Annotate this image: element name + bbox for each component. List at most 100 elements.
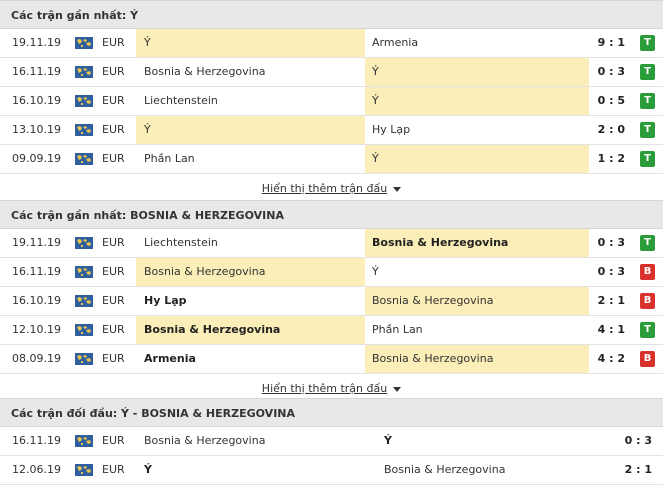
home-team[interactable]: Ý <box>136 116 365 144</box>
match-row[interactable]: 16.11.19 EUR Bosnia & Herzegovina Ý 0 : 3 <box>0 427 663 456</box>
section-title: Các trận gần nhất: Ý <box>0 0 663 29</box>
result-badge: B <box>640 351 655 367</box>
world-map-icon <box>75 464 93 476</box>
world-map-icon <box>75 124 93 136</box>
show-more-label[interactable]: Hiển thị thêm trận đấu <box>262 182 387 195</box>
match-score: 0 : 3 <box>624 434 652 447</box>
away-team[interactable]: Bosnia & Herzegovina <box>365 287 589 315</box>
world-map-icon <box>75 435 93 447</box>
chevron-down-icon[interactable] <box>393 186 402 192</box>
result-badge: T <box>640 64 655 80</box>
home-team[interactable]: Ý <box>136 456 376 484</box>
match-list: 19.11.19 EUR Ý Armenia 9 : 1 T 16.11.19 EUR Bosn… <box>0 29 663 174</box>
match-score: 0 : 5 <box>597 94 625 107</box>
result-badge: B <box>640 264 655 280</box>
away-team[interactable]: Ý <box>365 87 589 115</box>
match-row[interactable]: 12.06.19 EUR Ý Bosnia & Herzegovina 2 : 1 <box>0 456 663 485</box>
result-badge: T <box>640 322 655 338</box>
away-team[interactable]: Bosnia & Herzegovina <box>365 345 589 373</box>
world-map-icon <box>75 237 93 249</box>
world-map-icon <box>75 324 93 336</box>
match-row[interactable]: 12.10.19 EUR Bosnia & Herzegovina Phần Lan 4… <box>0 316 663 345</box>
match-date: 16.11.19 <box>12 265 61 278</box>
match-score: 1 : 2 <box>597 152 625 165</box>
world-map-icon <box>75 66 93 78</box>
match-date: 16.10.19 <box>12 294 61 307</box>
world-map-icon <box>75 153 93 165</box>
loss-badge: B <box>640 293 655 309</box>
win-badge: T <box>640 122 655 138</box>
match-row[interactable]: 16.11.19 EUR Bosnia & Herzegovina Ý 0 : 3T <box>0 58 663 87</box>
away-team[interactable]: Phần Lan <box>365 316 589 344</box>
match-list: 16.11.19 EUR Bosnia & Herzegovina Ý 0 : 3 12.… <box>0 427 663 485</box>
home-team[interactable]: Bosnia & Herzegovina <box>136 58 365 86</box>
home-team[interactable]: Bosnia & Herzegovina <box>136 316 365 344</box>
win-badge: T <box>640 35 655 51</box>
world-map-icon <box>75 295 93 307</box>
match-score: 4 : 2 <box>597 352 625 365</box>
match-date: 19.11.19 <box>12 236 61 249</box>
away-team[interactable]: Armenia <box>365 29 589 57</box>
win-badge: T <box>640 235 655 251</box>
win-badge: T <box>640 93 655 109</box>
match-score: 0 : 3 <box>597 65 625 78</box>
match-date: 16.11.19 <box>12 434 61 447</box>
away-team[interactable]: Ý <box>365 145 589 173</box>
match-date: 12.06.19 <box>12 463 61 476</box>
away-team[interactable]: Bosnia & Herzegovina <box>376 456 602 484</box>
home-team[interactable]: Ý <box>136 29 365 57</box>
world-map-icon <box>75 95 93 107</box>
home-team[interactable]: Liechtenstein <box>136 87 365 115</box>
home-team[interactable]: Hy Lạp <box>136 287 365 315</box>
match-date: 19.11.19 <box>12 36 61 49</box>
match-row[interactable]: 13.10.19 EUR Ý Hy Lạp 2 : 0T <box>0 116 663 145</box>
win-badge: T <box>640 64 655 80</box>
show-more-label[interactable]: Hiển thị thêm trận đấu <box>262 382 387 395</box>
section-title: Các trận gần nhất: BOSNIA & HERZEGOVINA <box>0 200 663 229</box>
match-date: 16.11.19 <box>12 65 61 78</box>
result-badge: B <box>640 293 655 309</box>
match-date: 09.09.19 <box>12 152 61 165</box>
section-head-to-head: Các trận đối đầu: Ý - BOSNIA & HERZEGOVI… <box>0 398 663 485</box>
home-team[interactable]: Bosnia & Herzegovina <box>136 258 365 286</box>
result-badge: T <box>640 93 655 109</box>
match-score: 2 : 0 <box>597 123 625 136</box>
away-team[interactable]: Ý <box>365 258 589 286</box>
match-date: 16.10.19 <box>12 94 61 107</box>
match-date: 12.10.19 <box>12 323 61 336</box>
away-team[interactable]: Hy Lạp <box>365 116 589 144</box>
home-team[interactable]: Phần Lan <box>136 145 365 173</box>
match-row[interactable]: 09.09.19 EUR Phần Lan Ý 1 : 2T <box>0 145 663 174</box>
match-row[interactable]: 08.09.19 EUR Armenia Bosnia & Herzegovina 4 … <box>0 345 663 374</box>
result-badge: T <box>640 235 655 251</box>
home-team[interactable]: Bosnia & Herzegovina <box>136 427 376 455</box>
chevron-down-icon[interactable] <box>393 386 402 392</box>
home-team[interactable]: Liechtenstein <box>136 229 365 257</box>
match-date: 13.10.19 <box>12 123 61 136</box>
match-score: 0 : 3 <box>597 236 625 249</box>
away-team[interactable]: Ý <box>376 427 602 455</box>
show-more-link[interactable]: Hiển thị thêm trận đấu <box>0 174 663 203</box>
match-row[interactable]: 16.10.19 EUR Liechtenstein Ý 0 : 5T <box>0 87 663 116</box>
home-team[interactable]: Armenia <box>136 345 365 373</box>
match-row[interactable]: 16.10.19 EUR Hy Lạp Bosnia & Herzegovina 2 :… <box>0 287 663 316</box>
result-badge: T <box>640 122 655 138</box>
world-map-icon <box>75 37 93 49</box>
match-score: 2 : 1 <box>624 463 652 476</box>
match-row[interactable]: 19.11.19 EUR Liechtenstein Bosnia & Herzego… <box>0 229 663 258</box>
loss-badge: B <box>640 351 655 367</box>
match-row[interactable]: 19.11.19 EUR Ý Armenia 9 : 1T <box>0 29 663 58</box>
match-score: 2 : 1 <box>597 294 625 307</box>
match-list: 19.11.19 EUR Liechtenstein Bosnia & Herzego… <box>0 229 663 374</box>
win-badge: T <box>640 322 655 338</box>
result-badge: T <box>640 151 655 167</box>
match-row[interactable]: 16.11.19 EUR Bosnia & Herzegovina Ý 0 : 3B <box>0 258 663 287</box>
world-map-icon <box>75 266 93 278</box>
section-title: Các trận đối đầu: Ý - BOSNIA & HERZEGOVI… <box>0 398 663 427</box>
away-team[interactable]: Bosnia & Herzegovina <box>365 229 589 257</box>
away-team[interactable]: Ý <box>365 58 589 86</box>
result-badge: T <box>640 35 655 51</box>
world-map-icon <box>75 353 93 365</box>
match-date: 08.09.19 <box>12 352 61 365</box>
section-recent-bosnia: Các trận gần nhất: BOSNIA & HERZEGOVINA … <box>0 200 663 403</box>
